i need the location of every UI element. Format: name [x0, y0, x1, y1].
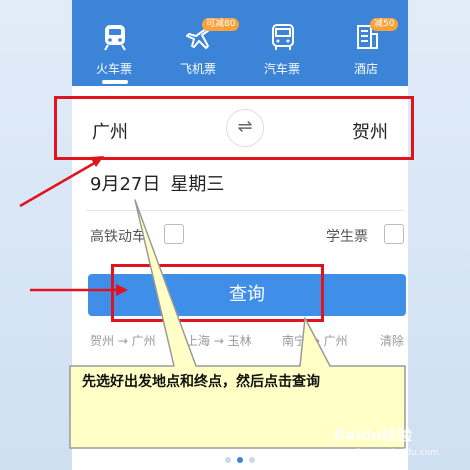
- arrow-head-search: [116, 284, 128, 296]
- watermark-url: jingyan.baidu.com: [356, 448, 440, 458]
- watermark-logo: Baidu经验: [334, 426, 413, 444]
- screenshot-stage: 火车票 可减80 飞机票 汽车票 减50 酒店 广州 ⇌ 贺州 9月27日 星期…: [0, 0, 470, 470]
- callout-bubble: [69, 199, 406, 449]
- annotation-overlay: [19, 156, 406, 449]
- annotation-text: 先选好出发地点和终点，然后点击查询: [82, 374, 320, 390]
- arrow-line-cities: [19, 159, 99, 208]
